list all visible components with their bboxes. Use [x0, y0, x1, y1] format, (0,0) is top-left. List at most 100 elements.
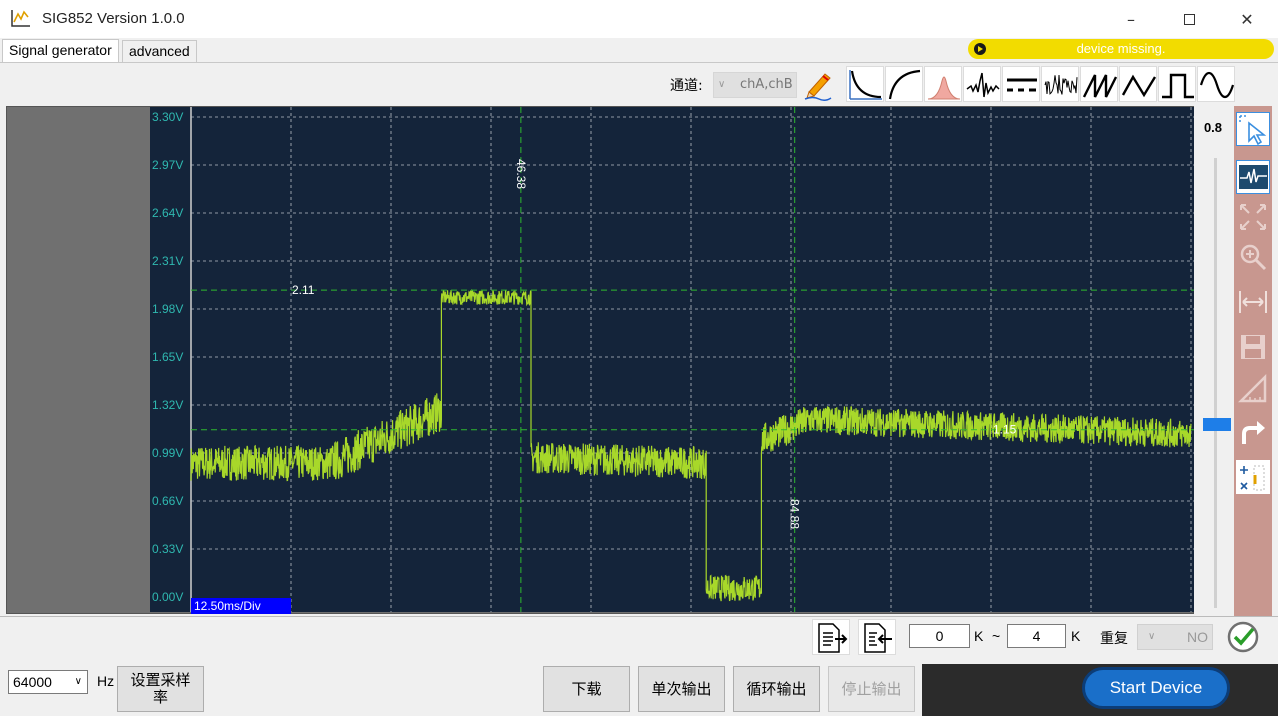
repeat-value: NO — [1187, 629, 1208, 645]
save-button[interactable] — [1236, 330, 1270, 364]
square-button[interactable] — [1158, 66, 1196, 102]
sawtooth-icon — [1082, 74, 1118, 98]
y-tick-label: 0.66V — [152, 494, 183, 508]
time-div-label: 12.50ms/Div — [191, 598, 291, 614]
cursor-h1-label: 2.11 — [292, 283, 315, 297]
triangle-icon — [1121, 74, 1157, 98]
fit-view-button[interactable] — [1236, 200, 1270, 234]
export-file-button[interactable] — [812, 619, 850, 655]
redo-icon — [1242, 421, 1265, 444]
gaussian-icon — [927, 76, 961, 100]
slider-track[interactable] — [1214, 158, 1217, 608]
sine-button[interactable] — [1197, 66, 1235, 102]
y-tick-label: 2.31V — [152, 254, 183, 268]
window-title: SIG852 Version 1.0.0 — [42, 10, 185, 27]
cursor-h2-label: 1.15 — [993, 423, 1017, 437]
export-file-icon — [818, 623, 848, 653]
channel-label: 通道: — [670, 78, 703, 94]
scope-plot[interactable]: 3.30V 2.97V 2.64V 2.31V 1.98V 1.65V 1.32V 0.99V… — [150, 107, 1194, 612]
dc-button[interactable] — [1002, 66, 1040, 102]
sample-rate-value: 64000 — [13, 674, 52, 690]
y-tick-label: 3.30V — [152, 110, 183, 124]
repeat-label: 重复 — [1100, 630, 1128, 646]
y-tick-label: 1.65V — [152, 350, 183, 364]
fit-icon — [1240, 204, 1266, 230]
waveform-view-button[interactable] — [1236, 160, 1270, 194]
y-tick-label: 0.33V — [152, 542, 183, 556]
pointer-tool-button[interactable] — [1236, 112, 1270, 146]
y-tick-label: 0.00V — [152, 590, 183, 604]
minimize-icon: – — [1127, 9, 1135, 29]
app-logo-icon — [10, 8, 32, 28]
pen-icon — [804, 73, 832, 102]
noise-icon — [1044, 74, 1078, 95]
bottom-divider — [0, 616, 1278, 617]
import-file-button[interactable] — [858, 619, 896, 655]
import-file-icon — [864, 623, 892, 653]
add-icon — [1240, 465, 1265, 491]
exp-decay-button[interactable] — [846, 66, 884, 102]
slider-value: 0.8 — [1203, 120, 1223, 135]
horizontal-zoom-button[interactable] — [1236, 285, 1270, 319]
y-tick-label: 1.98V — [152, 302, 183, 316]
tab-advanced[interactable]: advanced — [122, 40, 197, 62]
maximize-button[interactable] — [1160, 0, 1218, 38]
square-icon — [1162, 73, 1194, 99]
range-from-input[interactable]: 0 — [909, 624, 970, 648]
range-separator: ~ — [992, 628, 1001, 644]
noise-spike-icon — [966, 72, 1000, 98]
range-unit-from: K — [974, 628, 984, 644]
device-status-text: device missing. — [1076, 41, 1166, 56]
minimize-button[interactable]: – — [1102, 0, 1160, 38]
channel-value: chA,chB — [740, 77, 793, 92]
chevron-down-icon: ∨ — [718, 79, 726, 90]
range-to-input[interactable]: 4 — [1007, 624, 1066, 648]
y-tick-label: 2.97V — [152, 158, 183, 172]
confirm-button[interactable] — [1226, 620, 1260, 654]
y-tick-label: 1.32V — [152, 398, 183, 412]
waveform-view-icon — [1239, 165, 1268, 189]
exp-decay-icon — [849, 70, 882, 100]
scope-background — [150, 107, 1194, 612]
start-device-button[interactable]: Start Device — [1082, 667, 1230, 709]
range-unit-to: K — [1071, 628, 1081, 644]
loop-output-button[interactable]: 循环输出 — [733, 666, 820, 712]
log-rise-button[interactable] — [885, 66, 923, 102]
download-button[interactable]: 下载 — [543, 666, 630, 712]
log-rise-icon — [888, 69, 921, 100]
horizontal-zoom-icon — [1239, 291, 1267, 313]
chevron-down-icon: ∨ — [1148, 631, 1156, 642]
dc-icon — [1007, 78, 1037, 92]
redo-button[interactable] — [1236, 416, 1270, 450]
y-tick-label: 0.99V — [152, 446, 183, 460]
set-sample-rate-button[interactable]: 设置采样 率 — [117, 666, 204, 712]
hz-label: Hz — [97, 673, 115, 689]
title-bar — [0, 0, 1278, 38]
stop-output-button[interactable]: 停止输出 — [828, 666, 915, 712]
pointer-icon — [1239, 115, 1267, 146]
cursor-v2-label: 84.88 — [788, 499, 802, 529]
channel-select[interactable]: ∨ chA,chB — [713, 72, 797, 98]
device-status-badge: device missing. — [968, 39, 1274, 59]
triangle-button[interactable] — [1119, 66, 1157, 102]
single-output-button[interactable]: 单次输出 — [638, 666, 725, 712]
close-icon: ✕ — [1240, 9, 1254, 29]
slider-thumb[interactable] — [1203, 418, 1231, 431]
pen-tool-button[interactable] — [799, 66, 837, 102]
gaussian-button[interactable] — [924, 66, 962, 102]
save-icon — [1241, 335, 1265, 359]
sample-rate-select[interactable]: 64000 ∨ — [8, 670, 88, 694]
sawtooth-button[interactable] — [1080, 66, 1118, 102]
repeat-select[interactable]: ∨ NO — [1137, 624, 1213, 650]
measure-button[interactable] — [1236, 372, 1270, 406]
tab-divider — [0, 62, 1278, 63]
close-button[interactable]: ✕ — [1218, 0, 1276, 38]
noise-button[interactable] — [1041, 66, 1079, 102]
tab-signal-generator[interactable]: Signal generator — [2, 39, 119, 63]
sine-icon — [1199, 71, 1235, 99]
maximize-icon — [1183, 13, 1195, 25]
chevron-down-icon: ∨ — [74, 676, 82, 687]
noise-spike-button[interactable] — [963, 66, 1001, 102]
zoom-button[interactable] — [1236, 240, 1270, 274]
add-marker-button[interactable] — [1236, 460, 1270, 494]
